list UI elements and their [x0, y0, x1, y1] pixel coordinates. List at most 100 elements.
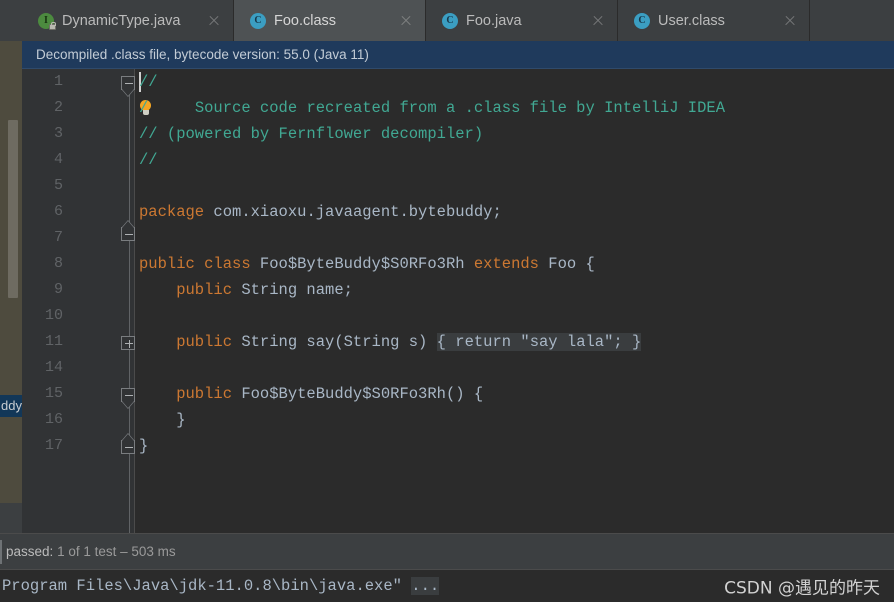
fold-minus-icon — [121, 76, 135, 90]
code-token: // — [139, 73, 158, 91]
code-line[interactable] — [135, 225, 139, 251]
code-token: } — [139, 411, 186, 429]
line-number: 6 — [53, 203, 63, 220]
code-token: return — [455, 333, 521, 351]
editor-code-area[interactable]: // / Source code recreated from a .class … — [135, 69, 894, 533]
project-tree-selected-item[interactable]: ddy — [0, 395, 22, 417]
code-token: public — [139, 333, 233, 351]
csdn-watermark: CSDN @遇见的昨天 — [724, 578, 880, 599]
line-number: 5 — [53, 177, 63, 194]
code-line[interactable] — [135, 173, 139, 199]
code-line[interactable]: } — [135, 407, 186, 433]
code-token: // (powered by Fernflower decompiler) — [139, 125, 484, 143]
console-command: Program Files\Java\jdk-11.0.8\bin\java.e… — [2, 577, 402, 595]
line-number: 9 — [53, 281, 63, 298]
close-icon[interactable] — [591, 14, 605, 28]
ide-window: ddy I DynamicType.java C Foo.class C Foo.java… — [0, 0, 894, 602]
project-tool-window-strip[interactable]: ddy — [0, 0, 22, 602]
editor-tab-foo-class[interactable]: C Foo.class — [234, 0, 426, 41]
editor-tab-foo-java[interactable]: C Foo.java — [426, 0, 618, 41]
code-line[interactable]: } — [135, 433, 148, 459]
class-icon: C — [634, 12, 650, 29]
console-command-text: Program Files\Java\jdk-11.0.8\bin\java.e… — [0, 577, 440, 595]
code-token: public — [139, 281, 233, 299]
code-line[interactable] — [135, 303, 139, 329]
console-ellipsis[interactable]: ... — [411, 577, 440, 595]
code-token: } — [139, 437, 149, 455]
code-token: { — [436, 333, 456, 351]
test-status-accent — [0, 540, 2, 564]
fold-minus-icon — [121, 440, 135, 454]
fold-marker-expand-method[interactable] — [121, 336, 136, 351]
close-icon[interactable] — [783, 14, 797, 28]
code-token: // — [139, 151, 158, 169]
code-line[interactable]: package com.xiaoxu.javaagent.bytebuddy; — [135, 199, 502, 225]
line-number: 14 — [44, 359, 63, 376]
editor-tab-bar: I DynamicType.java C Foo.class C Foo.java C Use… — [22, 0, 894, 41]
banner-text: Decompiled .class file, bytecode version… — [36, 47, 369, 62]
project-panel-header-cut — [0, 0, 22, 41]
line-number: 7 — [53, 229, 63, 246]
code-token: / — [139, 99, 149, 117]
code-token: String say(String s) — [232, 333, 437, 351]
tab-icon-glyph: C — [634, 12, 650, 29]
line-number: 17 — [44, 437, 63, 454]
project-panel-scrollbar[interactable] — [8, 120, 18, 298]
code-token: public class — [139, 255, 251, 273]
code-line[interactable]: // — [135, 69, 158, 95]
code-token: Foo { — [539, 255, 595, 273]
editor-tab-user-class[interactable]: C User.class — [618, 0, 810, 41]
code-line[interactable]: // — [135, 147, 158, 173]
decompiled-file-banner: Decompiled .class file, bytecode version… — [22, 41, 894, 69]
line-number: 11 — [44, 333, 63, 350]
code-token: Foo$ByteBuddy$S0RFo3Rh() { — [232, 385, 484, 403]
editor-tab-label: DynamicType.java — [62, 12, 181, 29]
code-token: "say lala" — [520, 333, 614, 351]
editor-gutter[interactable]: 1 2 3 4 5 6 7 8 9 10 11 14 15 16 17 — [22, 69, 135, 533]
code-token: } — [632, 333, 642, 351]
line-number: 8 — [53, 255, 63, 272]
interface-icon: I — [38, 12, 56, 30]
editor-tab-label: User.class — [658, 12, 725, 29]
close-icon[interactable] — [399, 14, 413, 28]
test-status-separator: – — [120, 544, 128, 559]
test-status-prefix: passed: — [6, 544, 54, 559]
code-token: ; — [613, 333, 633, 351]
lock-icon — [49, 21, 56, 30]
tab-icon-glyph: C — [442, 12, 458, 29]
test-status-summary: 1 of 1 test — [57, 544, 117, 559]
code-token: extends — [473, 255, 539, 273]
fold-minus-icon — [121, 227, 135, 241]
line-number: 4 — [53, 151, 63, 168]
run-console-line[interactable]: Program Files\Java\jdk-11.0.8\bin\java.e… — [0, 569, 894, 602]
test-status-bar: passed: 1 of 1 test – 503 ms — [0, 533, 894, 569]
fold-marker-collapse-header-end[interactable] — [121, 227, 136, 242]
code-token: com.xiaoxu.javaagent.bytebuddy; — [204, 203, 502, 221]
class-icon: C — [250, 12, 266, 29]
code-line[interactable]: // (powered by Fernflower decompiler) — [135, 121, 483, 147]
editor-tab-dynamictype-java[interactable]: I DynamicType.java — [22, 0, 234, 41]
editor-tab-label: Foo.class — [274, 12, 337, 29]
line-number: 15 — [44, 385, 63, 402]
code-line[interactable] — [135, 355, 139, 381]
code-token: Foo$ByteBuddy$S0RFo3Rh — [250, 255, 474, 273]
code-line[interactable]: public class Foo$ByteBuddy$S0RFo3Rh exte… — [135, 251, 595, 277]
line-number: 2 — [53, 99, 63, 116]
fold-marker-collapse-header[interactable] — [121, 76, 136, 91]
fold-marker-collapse-constructor-end[interactable] — [121, 440, 136, 455]
code-line[interactable]: public String name; — [135, 277, 353, 303]
line-number: 3 — [53, 125, 63, 142]
code-line[interactable]: / Source code recreated from a .class fi… — [135, 95, 725, 121]
code-line[interactable]: public String say(String s) { return "sa… — [135, 329, 642, 355]
fold-minus-icon — [121, 388, 135, 402]
class-icon: C — [442, 12, 458, 29]
line-number: 1 — [53, 73, 63, 90]
editor-tab-label: Foo.java — [466, 12, 522, 29]
fold-plus-icon — [121, 336, 135, 350]
code-line[interactable]: public Foo$ByteBuddy$S0RFo3Rh() { — [135, 381, 483, 407]
tab-icon-glyph: C — [250, 12, 266, 29]
code-token: package — [139, 203, 205, 221]
close-icon[interactable] — [207, 14, 221, 28]
fold-marker-collapse-constructor[interactable] — [121, 388, 136, 403]
code-editor[interactable]: 1 2 3 4 5 6 7 8 9 10 11 14 15 16 17 /// Source code re… — [22, 69, 894, 533]
